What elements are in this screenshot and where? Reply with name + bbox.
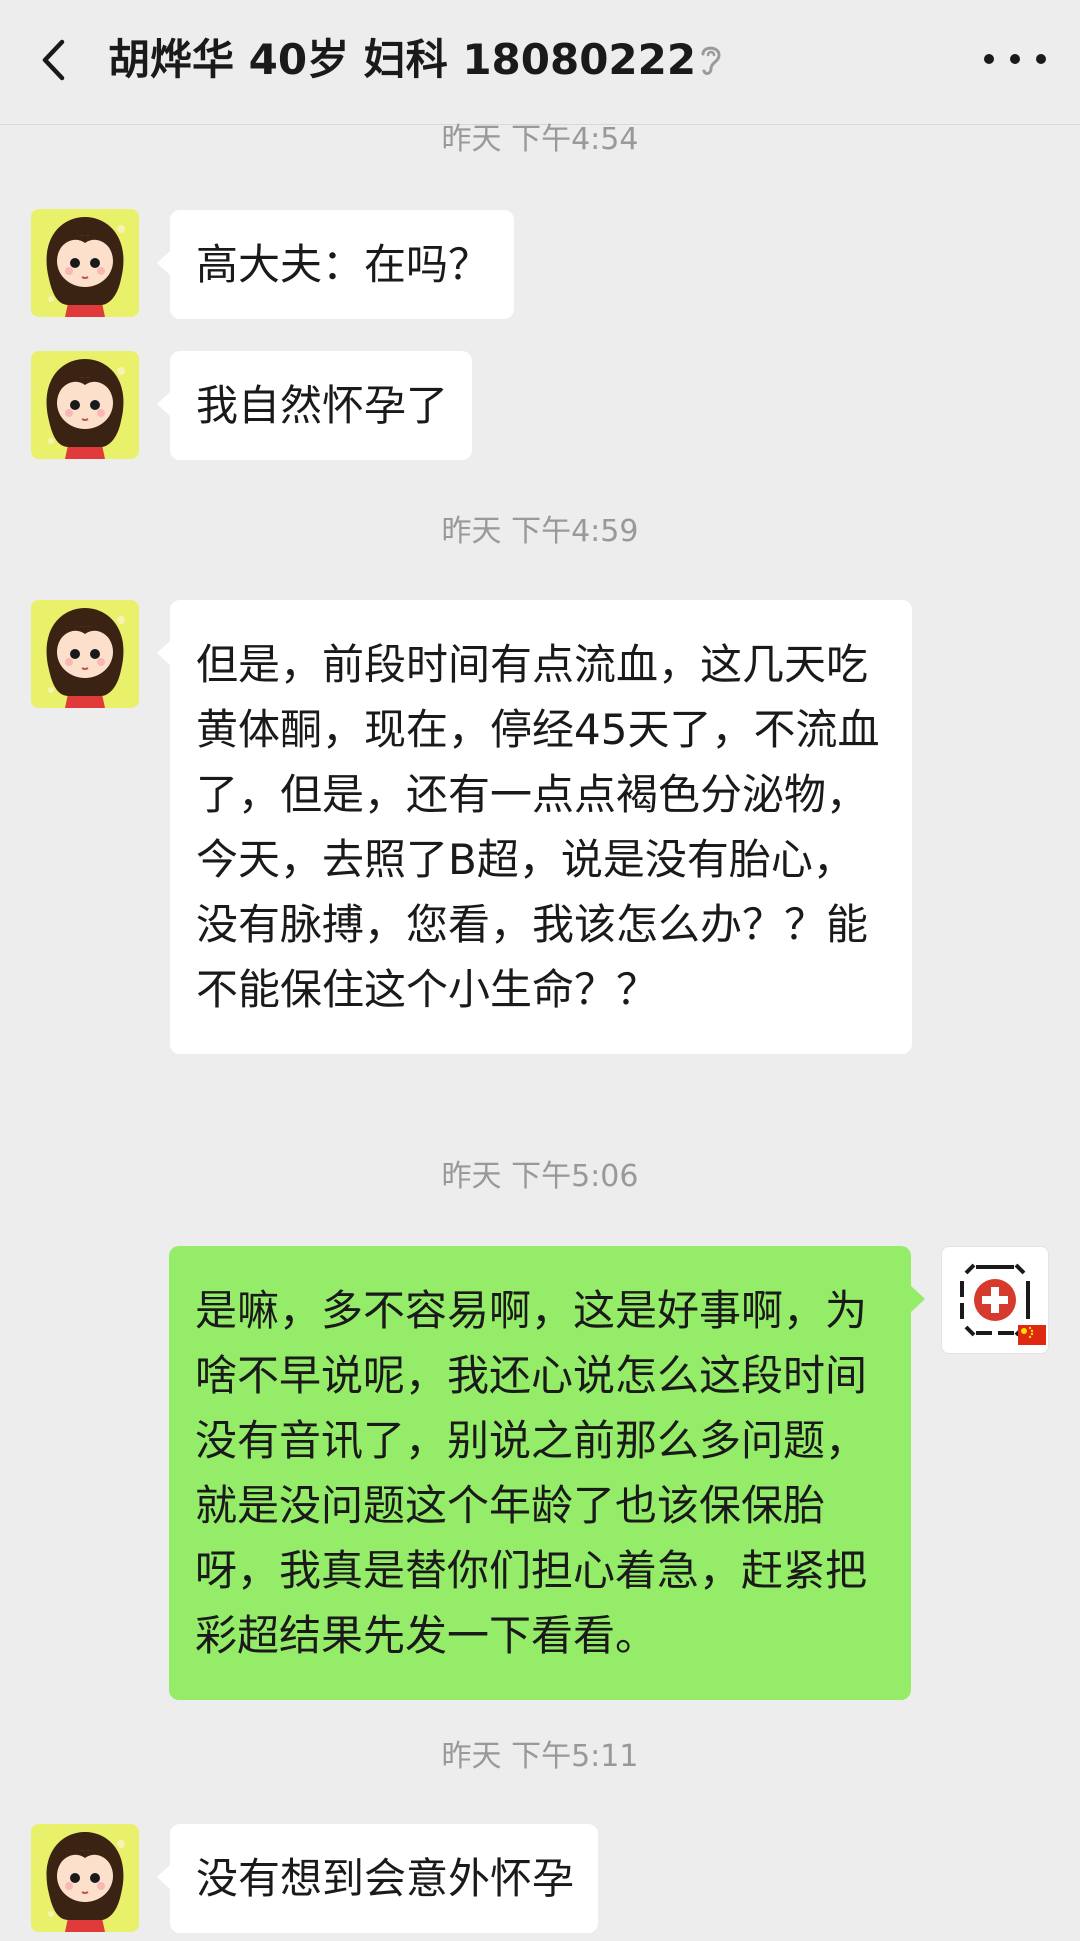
patient-avatar[interactable] [31, 351, 139, 459]
message-bubble-incoming[interactable]: 没有想到会意外怀孕 [156, 1824, 599, 1933]
china-flag-icon [1018, 1325, 1046, 1345]
chat-header: 胡烨华 40岁 妇科 18080222 [0, 0, 1080, 125]
timestamp: 昨天 下午4:59 [441, 514, 639, 549]
girl-avatar-icon [46, 608, 125, 708]
message-bubble-incoming[interactable]: 我自然怀孕了 [156, 351, 473, 460]
patient-avatar[interactable] [31, 600, 139, 708]
timestamp: 昨天 下午5:11 [441, 1739, 639, 1774]
message-bubble-incoming[interactable]: 高大夫：在吗？ [156, 210, 515, 319]
back-button[interactable] [28, 30, 88, 90]
doctor-avatar[interactable] [941, 1246, 1049, 1354]
girl-avatar-icon [46, 359, 125, 459]
chevron-left-icon [42, 39, 65, 81]
timestamp: 昨天 下午4:54 [441, 122, 639, 157]
girl-avatar-icon [46, 217, 125, 317]
more-button[interactable] [975, 34, 1055, 84]
clinic-logo-icon [960, 1263, 1046, 1345]
chat-title: 胡烨华 40岁 妇科 18080222 [108, 35, 697, 84]
more-icon [984, 54, 1046, 64]
patient-avatar[interactable] [31, 209, 139, 317]
message-bubble-incoming[interactable]: 但是，前段时间有点流血，这几天吃黄体酮，现在，停经45天了，不流血了，但是，还有… [157, 600, 912, 1054]
girl-avatar-icon [46, 1832, 125, 1932]
ear-icon [696, 40, 726, 80]
timestamp: 昨天 下午5:06 [441, 1159, 639, 1194]
message-bubble-outgoing[interactable]: 是嘛，多不容易啊，这是好事啊，为啥不早说呢，我还心说怎么这段时间没有音讯了，别说… [169, 1246, 925, 1700]
patient-avatar[interactable] [31, 1824, 139, 1932]
